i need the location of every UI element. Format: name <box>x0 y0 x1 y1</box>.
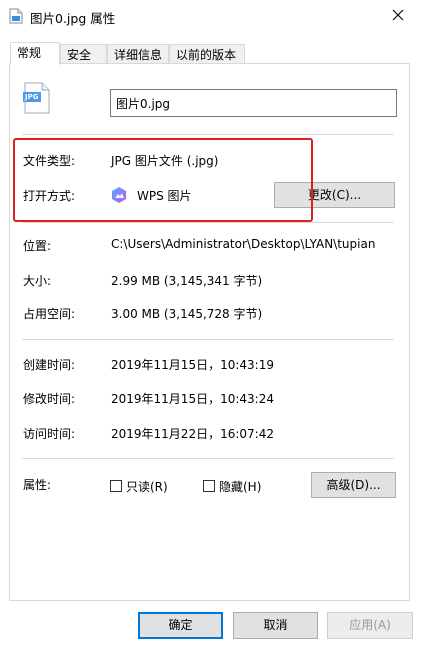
hidden-checkbox[interactable] <box>203 480 215 492</box>
readonly-label[interactable]: 只读(R) <box>126 478 168 495</box>
file-type-label: 文件类型: <box>23 154 76 168</box>
accessed-value: 2019年11月22日，16:07:42 <box>111 427 274 441</box>
open-with-value: WPS 图片 <box>137 189 192 203</box>
tab-details[interactable]: 详细信息 <box>107 44 169 64</box>
close-icon <box>392 9 404 24</box>
title-bar: 图片0.jpg 属性 <box>0 0 421 32</box>
disk-size-value: 3.00 MB (3,145,728 字节) <box>111 307 263 321</box>
tab-general[interactable]: 常规 <box>10 42 60 65</box>
wps-image-icon <box>110 186 128 204</box>
accessed-label: 访问时间: <box>23 427 76 441</box>
modified-value: 2019年11月15日，10:43:24 <box>111 392 274 406</box>
apply-button[interactable]: 应用(A) <box>327 612 413 639</box>
close-button[interactable] <box>375 0 421 32</box>
location-value: C:\Users\Administrator\Desktop\LYAN\tupi… <box>111 237 376 251</box>
created-value: 2019年11月15日，10:43:19 <box>111 358 274 372</box>
separator <box>22 458 394 459</box>
general-panel <box>9 63 410 601</box>
image-file-icon <box>9 8 23 24</box>
separator <box>22 339 394 340</box>
advanced-button[interactable]: 高级(D)... <box>311 472 396 498</box>
jpg-file-icon: JPG <box>22 82 52 114</box>
cancel-button[interactable]: 取消 <box>233 612 318 639</box>
disk-size-label: 占用空间: <box>23 307 76 321</box>
open-with-label: 打开方式: <box>23 189 76 203</box>
window-title: 图片0.jpg 属性 <box>30 11 116 26</box>
file-name-input[interactable] <box>110 89 397 117</box>
hidden-label[interactable]: 隐藏(H) <box>219 478 261 495</box>
file-type-value: JPG 图片文件 (.jpg) <box>111 154 219 168</box>
size-value: 2.99 MB (3,145,341 字节) <box>111 274 263 288</box>
ok-button[interactable]: 确定 <box>138 612 223 639</box>
created-label: 创建时间: <box>23 358 76 372</box>
size-label: 大小: <box>23 274 52 288</box>
location-label: 位置: <box>23 239 52 253</box>
separator <box>22 134 394 135</box>
tab-previous-versions[interactable]: 以前的版本 <box>169 44 245 64</box>
attributes-label: 属性: <box>23 478 52 492</box>
modified-label: 修改时间: <box>23 392 76 406</box>
separator <box>22 222 394 223</box>
change-button[interactable]: 更改(C)... <box>274 182 395 208</box>
tab-security[interactable]: 安全 <box>60 44 107 64</box>
readonly-checkbox[interactable] <box>110 480 122 492</box>
file-icon-label: JPG <box>25 93 39 101</box>
